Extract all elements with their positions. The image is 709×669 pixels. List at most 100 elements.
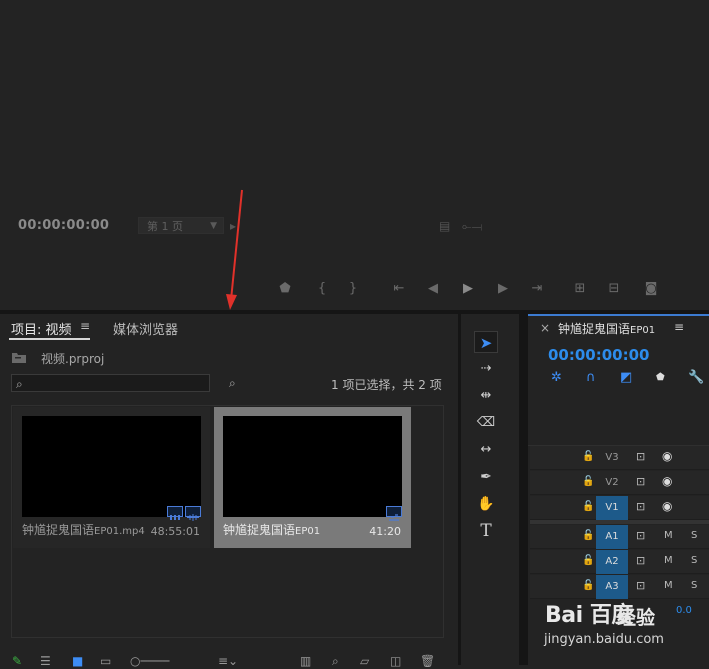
razor-icon[interactable]: ⌫ bbox=[474, 412, 498, 434]
track-divider[interactable] bbox=[530, 520, 709, 524]
track-a2[interactable]: 🔓 A2 ⊡ M S bbox=[530, 550, 709, 574]
find-icon[interactable]: ⌕ bbox=[332, 654, 339, 669]
track-v3[interactable]: 🔓 V3 ⊡ ◉ bbox=[530, 446, 709, 470]
wrench-icon[interactable]: 🔧 bbox=[688, 370, 704, 385]
go-to-in-icon[interactable]: ⇤ bbox=[389, 281, 409, 296]
page-select-label: 第 1 页 bbox=[147, 220, 183, 233]
solo-button[interactable]: S bbox=[691, 530, 697, 541]
sort-icon[interactable]: ≡⌄ bbox=[218, 654, 238, 668]
freeform-view-icon[interactable]: ▭ bbox=[100, 654, 111, 668]
search-input[interactable] bbox=[11, 374, 210, 392]
sequence-badge-icon bbox=[386, 506, 402, 521]
eye-icon[interactable]: ◉ bbox=[662, 499, 672, 513]
track-label[interactable]: A1 bbox=[596, 525, 628, 549]
red-arrow-icon bbox=[226, 189, 243, 310]
source-monitor bbox=[0, 0, 709, 310]
media-duration: 48:55:01 bbox=[150, 525, 200, 538]
track-label[interactable]: V3 bbox=[596, 446, 628, 470]
writable-icon[interactable]: ✎ bbox=[12, 654, 22, 668]
sequence-tab[interactable]: 钟馗捉鬼国语EP01 bbox=[558, 320, 655, 337]
solo-button[interactable]: S bbox=[691, 555, 697, 566]
play-icon[interactable]: ▶ bbox=[458, 281, 478, 296]
mark-in-icon[interactable]: { bbox=[312, 281, 332, 296]
pen-icon[interactable]: ✒ bbox=[474, 466, 498, 488]
eye-icon[interactable]: ◉ bbox=[662, 474, 672, 488]
close-icon[interactable]: × bbox=[540, 321, 550, 335]
toggle-sync-icon[interactable]: ⊡ bbox=[636, 475, 645, 488]
lock-icon[interactable]: 🔓 bbox=[582, 555, 594, 566]
step-back-icon[interactable]: ◀ bbox=[423, 281, 443, 296]
track-select-icon[interactable]: ⇢ bbox=[474, 358, 498, 380]
step-forward-icon[interactable]: ▶ bbox=[493, 281, 513, 296]
project-file-name: 视频.prproj bbox=[41, 352, 105, 366]
solo-button[interactable]: S bbox=[691, 580, 697, 591]
watermark-sub: 经验 bbox=[617, 607, 656, 629]
add-marker-icon[interactable]: ⬟ bbox=[656, 372, 665, 383]
toggle-sync-icon[interactable]: ⊡ bbox=[636, 579, 645, 592]
toggle-sync-icon[interactable]: ⊡ bbox=[636, 554, 645, 567]
source-timecode[interactable]: 00:00:00:00 bbox=[18, 218, 109, 233]
nest-icon[interactable]: ✲ bbox=[551, 370, 562, 385]
video-badge-icon bbox=[167, 506, 183, 520]
go-to-out-icon[interactable]: ⇥ bbox=[527, 281, 547, 296]
mute-button[interactable]: M bbox=[664, 530, 673, 541]
list-view-icon[interactable]: ☰ bbox=[40, 654, 51, 668]
panel-menu-icon[interactable]: ≡ bbox=[674, 320, 684, 334]
type-tool-icon[interactable]: T bbox=[474, 520, 498, 542]
lock-icon[interactable]: 🔓 bbox=[582, 530, 594, 541]
linked-selection-icon[interactable]: ◩ bbox=[620, 370, 632, 385]
camera-icon[interactable]: ◙ bbox=[641, 281, 661, 296]
lock-icon[interactable]: 🔓 bbox=[582, 476, 594, 487]
track-label[interactable]: A2 bbox=[596, 550, 628, 574]
panel-menu-icon[interactable]: ≡ bbox=[80, 319, 90, 333]
selection-tool-icon[interactable]: ➤ bbox=[474, 331, 498, 353]
tab-project[interactable]: 项目: 视频 bbox=[11, 319, 72, 338]
media-item[interactable]: 钟馗捉鬼国语EP01.mp4 48:55:01 bbox=[13, 407, 210, 548]
new-bin-icon[interactable]: ▱ bbox=[360, 654, 369, 668]
lock-icon[interactable]: 🔓 bbox=[582, 501, 594, 512]
track-v1[interactable]: 🔓 V1 ⊡ ◉ bbox=[530, 496, 709, 520]
media-name: 钟馗捉鬼国语EP01.mp4 bbox=[22, 523, 145, 537]
master-volume-value[interactable]: 0.0 bbox=[676, 605, 692, 616]
toggle-sync-icon[interactable]: ⊡ bbox=[636, 450, 645, 463]
active-tab-underline bbox=[9, 338, 90, 340]
track-a1[interactable]: 🔓 A1 ⊡ M S bbox=[530, 525, 709, 549]
media-item-selected[interactable]: 钟馗捉鬼国语EP01 41:20 bbox=[214, 407, 411, 548]
track-a3[interactable]: 🔓 A3 ⊡ M S bbox=[530, 575, 709, 599]
overwrite-icon[interactable]: ⊟ bbox=[604, 281, 624, 296]
automate-icon[interactable]: ▥ bbox=[300, 654, 311, 668]
mute-button[interactable]: M bbox=[664, 580, 673, 591]
find-in-bin-icon[interactable]: ⌕ bbox=[229, 376, 236, 391]
timeline-timecode[interactable]: 00:00:00:00 bbox=[548, 346, 650, 364]
chevron-down-icon: ▼ bbox=[210, 221, 217, 231]
track-label[interactable]: V1 bbox=[596, 496, 628, 520]
settings-box-icon[interactable]: ▤ bbox=[439, 219, 450, 233]
lock-icon[interactable]: 🔓 bbox=[582, 451, 594, 462]
ripple-edit-icon[interactable]: ⇹ bbox=[474, 385, 498, 407]
add-marker-icon[interactable]: ⬟ bbox=[275, 281, 295, 296]
new-item-icon[interactable]: ◫ bbox=[390, 654, 401, 668]
track-v2[interactable]: 🔓 V2 ⊡ ◉ bbox=[530, 471, 709, 495]
snap-icon[interactable]: ∩ bbox=[586, 370, 596, 385]
track-label[interactable]: A3 bbox=[596, 575, 628, 599]
track-label[interactable]: V2 bbox=[596, 471, 628, 495]
selection-status: 1 项已选择，共 2 项 bbox=[331, 378, 442, 392]
panel-divider[interactable] bbox=[519, 314, 528, 665]
mark-out-icon[interactable]: } bbox=[343, 281, 363, 296]
eye-icon[interactable]: ◉ bbox=[662, 449, 672, 463]
icon-view-icon[interactable]: ■ bbox=[72, 654, 83, 668]
toggle-sync-icon[interactable]: ⊡ bbox=[636, 529, 645, 542]
page-select[interactable]: 第 1 页 ▼ bbox=[138, 217, 224, 234]
hand-icon[interactable]: ✋ bbox=[474, 493, 498, 515]
mute-button[interactable]: M bbox=[664, 555, 673, 566]
folder-icon bbox=[12, 353, 26, 363]
slip-icon[interactable]: ↔ bbox=[474, 439, 498, 461]
toggle-sync-icon[interactable]: ⊡ bbox=[636, 500, 645, 513]
media-name: 钟馗捉鬼国语EP01 bbox=[223, 523, 321, 537]
insert-icon[interactable]: ⊞ bbox=[570, 281, 590, 296]
zoom-slider[interactable]: ○──── bbox=[130, 654, 169, 668]
lock-icon[interactable]: 🔓 bbox=[582, 580, 594, 591]
audio-waveform-icon[interactable]: ⟜⟞ bbox=[462, 219, 482, 234]
tab-media-browser[interactable]: 媒体浏览器 bbox=[113, 319, 178, 338]
trash-icon[interactable]: 🗑 bbox=[420, 654, 435, 668]
